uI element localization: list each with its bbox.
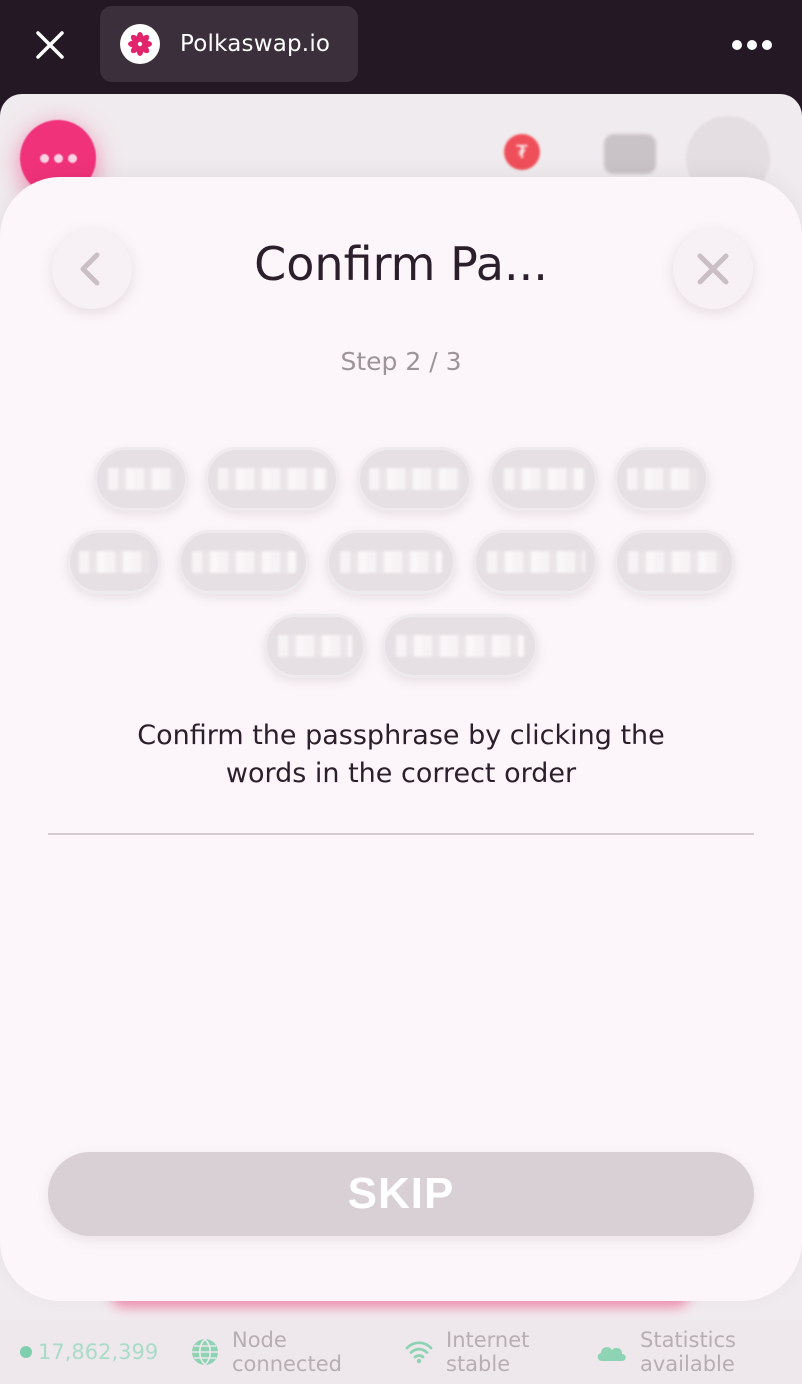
close-icon[interactable] — [30, 25, 70, 65]
block-status-dot — [20, 1346, 32, 1358]
passphrase-word-pill[interactable] — [178, 530, 309, 594]
statistics-status-line2: available — [640, 1352, 735, 1376]
wifi-icon — [405, 1341, 433, 1364]
passphrase-word-pill[interactable] — [614, 530, 735, 594]
passphrase-word-pill[interactable] — [326, 530, 456, 594]
dialog-close-button[interactable] — [673, 229, 753, 309]
selected-words-divider — [48, 833, 754, 835]
node-status-line1: Node — [232, 1328, 287, 1352]
passphrase-word-pill[interactable] — [473, 530, 598, 594]
step-indicator: Step 2 / 3 — [340, 347, 462, 376]
statistics-status-line1: Statistics — [640, 1328, 736, 1352]
cloud-icon — [597, 1347, 626, 1361]
site-tab[interactable]: Polkaswap.io — [100, 6, 358, 82]
skip-button[interactable]: SKIP — [48, 1152, 754, 1236]
passphrase-word-pill[interactable] — [67, 530, 161, 594]
block-number-text: 17,862,399 — [38, 1340, 159, 1364]
passphrase-word-pill[interactable] — [94, 447, 188, 511]
close-icon — [697, 253, 729, 285]
passphrase-word-pill[interactable] — [614, 447, 709, 511]
internet-status: Internet stable — [404, 1328, 529, 1376]
confirm-passphrase-dialog: Confirm Pa... Step 2 / 3 Confirm the pas… — [0, 177, 802, 1301]
back-button[interactable] — [52, 229, 132, 309]
site-tab-title: Polkaswap.io — [180, 31, 331, 57]
more-horizontal-icon[interactable] — [732, 30, 772, 60]
passphrase-word-pill[interactable] — [382, 614, 538, 678]
internet-status-line1: Internet — [446, 1328, 530, 1352]
passphrase-word-pill[interactable] — [264, 614, 366, 678]
node-status: Node connected — [190, 1328, 342, 1376]
passphrase-word-pill[interactable] — [205, 447, 339, 511]
wallet-icon[interactable] — [604, 134, 656, 174]
token-icon: ₮ — [504, 134, 540, 170]
statistics-status: Statistics available — [594, 1328, 736, 1376]
globe-icon — [192, 1338, 218, 1366]
internet-status-line2: stable — [446, 1352, 511, 1376]
passphrase-word-pill[interactable] — [357, 447, 472, 511]
block-number: 17,862,399 — [20, 1340, 158, 1364]
browser-top-bar: Polkaswap.io — [0, 0, 802, 94]
polkaswap-logo-icon — [120, 24, 160, 64]
dialog-title: Confirm Pa... — [254, 237, 548, 291]
node-status-line2: connected — [232, 1352, 342, 1376]
chevron-left-icon — [80, 252, 100, 286]
status-bar: 17,862,399 Node connected Internet stable … — [0, 1320, 802, 1384]
instruction-text: Confirm the passphrase by clicking the w… — [137, 720, 665, 789]
passphrase-word-pill[interactable] — [489, 447, 598, 511]
